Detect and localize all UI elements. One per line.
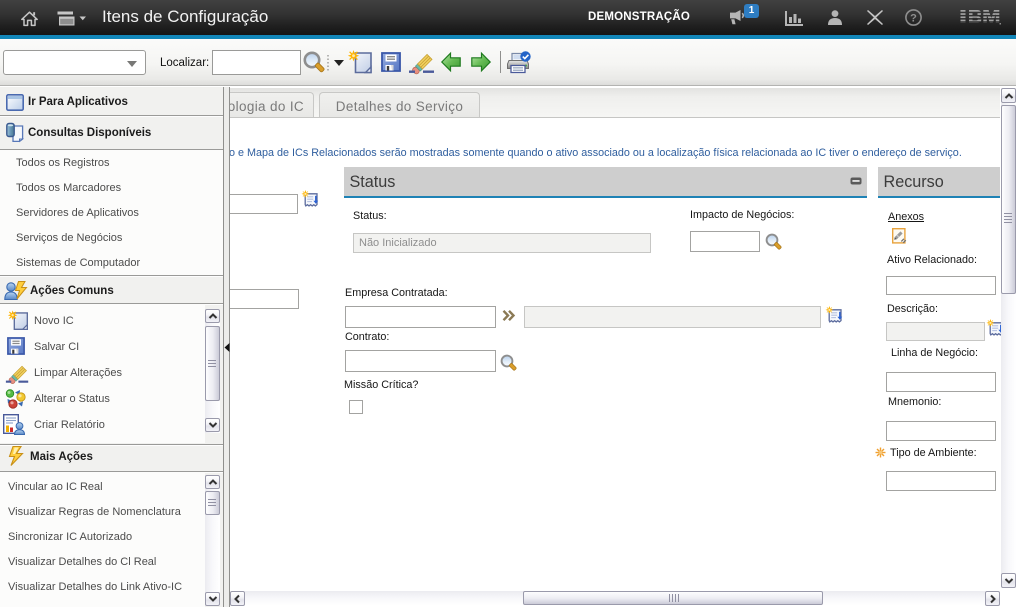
svg-text:?: ? [910, 13, 917, 25]
